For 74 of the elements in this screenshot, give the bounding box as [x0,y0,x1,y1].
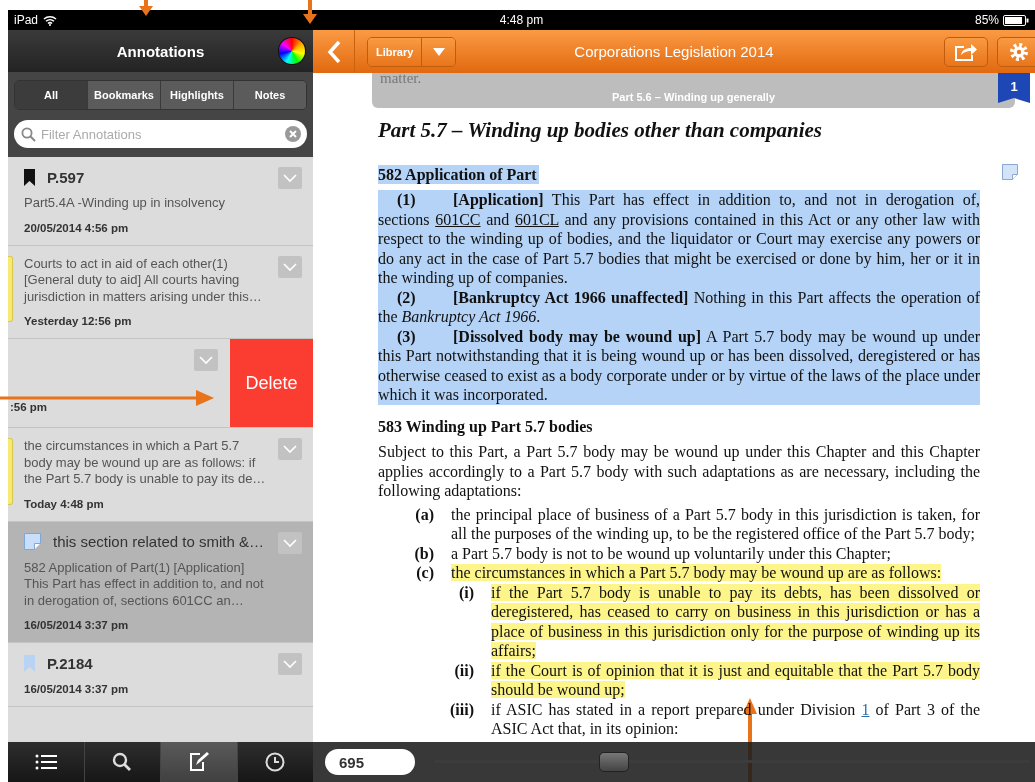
annotation-time: 16/05/2014 3:37 pm [24,619,130,631]
section-heading: 583 Winding up Part 5.7 bodies [378,416,594,436]
list-label: (iii) [449,699,475,721]
page-field[interactable]: 695 [325,749,415,775]
annotation-time: Today 4:48 pm [24,497,105,510]
battery-percent: 85% [974,13,999,27]
wifi-icon [43,14,58,26]
cut-text: matter. [380,73,422,87]
section-link[interactable]: 601CL [514,210,559,228]
settings-button[interactable] [997,36,1035,67]
search-icon [112,752,133,772]
note-icon [24,533,41,550]
annotation-text: Part5.4A -Winding up in insolvency [24,195,226,212]
highlight-marker [8,255,13,322]
highlight-marker [8,438,13,505]
edit-note-icon [187,751,210,773]
clock-icon [265,752,286,772]
annotation-time: :56 pm [10,401,48,413]
clear-icon[interactable] [285,126,301,142]
device-name: iPad [14,13,39,27]
filter-tab[interactable]: All [15,81,87,109]
panel-title: Annotations [116,42,205,60]
slider-thumb[interactable] [598,752,629,772]
battery-icon [1003,14,1029,26]
list-label: (ii) [453,660,475,682]
annotation-text: the circumstances in which a Part 5.7 body may be wound up are as follows: if the Part 5.7 body is unable to pay its de… [24,438,267,488]
banner-title: Part 5.6 – Winding up generally [611,91,776,103]
page-bookmark[interactable]: 1 [998,73,1030,103]
list-text: the principal place of business of a Part 5.7 body in this jurisdiction is taken, for all the purposes of the winding up, to be the registered office of the Part 5.7 body; [451,504,980,544]
body-paragraph: Subject to this Part, a Part 5.7 body may be wound up under this Chapter and this Chapter applies accordingly to a Part 5.7 body with such adaptations as are necessary, including the following adaptations: [378,442,980,501]
annotation-item[interactable]: :56 pm Delete [8,339,313,428]
annotation-time: Yesterday 12:56 pm [24,315,133,327]
list-label: (c) [415,563,435,583]
clause-paragraph: (1) [Application] This Part has effect in addition to, and not in derogation of, sections 601CC and 601CL and any provisions contained in this Act or any other law with respect to the winding up of bodies, and the liquidator or Court may exercise any powers or do any act in the case of Part 5.7 bodies that might be exercised or done by him, her or it in the winding up of companies. [378,190,980,288]
section-heading: 582 Application of Part [378,164,539,184]
delete-button[interactable]: Delete [230,339,313,427]
share-button[interactable] [944,36,988,67]
search-icon [21,127,36,142]
back-icon [326,39,341,64]
section-link[interactable]: 1 [861,700,870,718]
callout-arrow [139,0,153,16]
list-label: (b) [413,543,435,563]
annotation-text: 582 Application of Part(1) [Application] This Part has effect in addition to, and not in derogation of, sections 601CC an… [24,559,265,609]
annotation-item[interactable]: this section related to smith &… 582 Application of Part(1) [Application] This Part has effect in addition to, and not in derogation of, sections 601CC an… 16/05/2014 3:37 pm [8,521,313,643]
annotation-title: P.2184 [47,654,93,672]
color-wheel-icon[interactable] [279,38,305,64]
list-label: (a) [414,504,435,526]
annotation-title: P.597 [47,168,85,186]
list-text: a Part 5.7 body is not to be wound up voluntarily under this Chapter; [451,543,892,563]
clause-paragraph: (2) [Bankruptcy Act 1966 unaffected] Nothing in this Part affects the operation of the Bankruptcy Act 1966. [378,287,980,327]
filter-tab[interactable]: Notes [233,81,306,109]
section-link[interactable]: 601CC [435,210,481,228]
list-icon [34,754,57,770]
clause-paragraph: (3) [Dissolved body may be wound up] A Part 5.7 body may be wound up under this Part notwithstanding that it is being wound up or has been dissolved, deregistered or has otherwise ceased to exist as a body corporate under or by virtue of the laws of the place under which it was incorporated. [378,326,980,405]
list-text: if the Part 5.7 body is unable to pay its debts, has been dissolved or deregistered, has ceased to carry on business in this jurisdiction or has a place of business in this jurisdiction only for the purpose of winding up its affairs; [491,582,980,661]
list-label: (i) [457,582,475,604]
book-title: Corporations Legislation 2014 [574,43,774,60]
caret-down-icon [432,47,445,56]
settings-icon [1009,41,1029,62]
annotation-time: 16/05/2014 3:37 pm [24,683,130,695]
clock-time: 4:48 pm [499,13,544,27]
annotation-text: Courts to act in aid of each other(1) [General duty to aid] All courts having jurisdiction in matters arising under this… [24,255,263,305]
list-text: the circumstances in which a Part 5.7 body may be wound up are as follows: [451,563,943,583]
annotation-time: 20/05/2014 4:56 pm [24,221,130,234]
tab-bar-button[interactable] [160,742,237,782]
search-field[interactable]: Filter Annotations [14,120,307,148]
part-heading: Part 5.7 – Winding up bodies other than companies [378,121,823,141]
dropdown-button[interactable] [421,37,456,66]
chevron-down-icon[interactable] [278,531,302,554]
annotation-title: this section related to smith &… [53,533,264,550]
share-icon [955,42,977,61]
callout-arrow [303,0,317,24]
note-icon[interactable] [1002,164,1018,180]
list-text: if the Court is of opinion that it is just and equitable that the Part 5.7 body should be wound up; [491,660,980,700]
